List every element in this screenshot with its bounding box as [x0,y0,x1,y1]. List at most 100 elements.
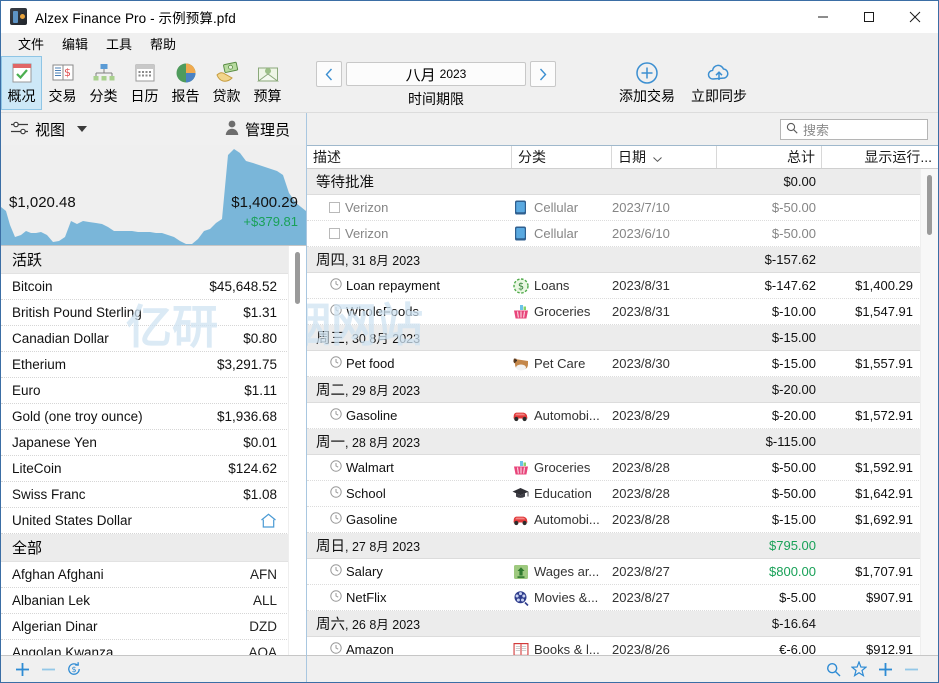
table-column-header[interactable]: 总计 [717,146,822,168]
toolbar-button-transactions[interactable]: $ 交易 [42,56,83,110]
group-date: , 29 8月 2023 [345,380,420,399]
search-input[interactable]: 搜索 [780,119,928,140]
close-icon[interactable] [892,1,938,32]
toolbar-button-categories[interactable]: 分类 [83,56,124,110]
toolbar-button-overview[interactable]: 概况 [1,56,42,110]
category-text: Groceries [534,304,590,319]
currency-row[interactable]: Bitcoin$45,648.52 [1,274,289,300]
add-transaction-button[interactable]: 添加交易 [611,60,683,106]
currency-value: $124.62 [228,461,277,476]
toolbar-button-reports[interactable]: 报告 [165,56,206,110]
currency-row[interactable]: Euro$1.11 [1,378,289,404]
currency-list[interactable]: 活跃Bitcoin$45,648.52British Pound Sterlin… [1,246,289,655]
currency-row[interactable]: Canadian Dollar$0.80 [1,326,289,352]
transactions-icon: $ [48,59,78,87]
table-group-row[interactable]: 周六, 26 8月 2023$-16.64 [307,611,921,637]
currency-row[interactable]: Japanese Yen$0.01 [1,430,289,456]
user-indicator[interactable]: 管理员 [225,119,290,140]
row-checkbox[interactable] [329,228,340,239]
svg-text:$: $ [71,665,76,674]
description-text: School [346,486,386,501]
currency-row[interactable]: LiteCoin$124.62 [1,456,289,482]
table-row[interactable]: Pet foodPet Care2023/8/30$-15.00$1,557.9… [307,351,921,377]
table-header: 描述分类日期总计显示运行... [307,146,938,169]
menu-bar: 文件 编辑 工具 帮助 [1,33,938,56]
table-group-row[interactable]: 等待批准$0.00 [307,169,921,195]
currency-name: Euro [12,383,244,398]
table-row[interactable]: Loan repayment$Loans2023/8/31$-147.62$1,… [307,273,921,299]
toolbar-button-loans[interactable]: 贷款 [206,56,247,110]
table-row[interactable]: WalmartGroceries2023/8/28$-50.00$1,592.9… [307,455,921,481]
table-group-row[interactable]: 周日, 27 8月 2023$795.00 [307,533,921,559]
group-title: 周日, 27 8月 2023 [307,535,717,556]
table-body[interactable]: 等待批准$0.00VerizonCellular2023/7/10$-50.00… [307,169,921,655]
table-scrollbar[interactable] [920,169,938,655]
menu-item-tools[interactable]: 工具 [97,35,141,55]
group-weekday: 等待批准 [316,171,374,192]
table-row[interactable]: SchoolEducation2023/8/28$-50.00$1,642.91 [307,481,921,507]
table-row[interactable]: GasolineAutomobi...2023/8/29$-20.00$1,57… [307,403,921,429]
currency-row[interactable]: Gold (one troy ounce)$1,936.68 [1,404,289,430]
minus-icon[interactable] [898,662,924,677]
table-group-row[interactable]: 周三, 30 8月 2023$-15.00 [307,325,921,351]
description-text: Gasoline [346,512,397,527]
table-group-row[interactable]: 周四, 31 8月 2023$-157.62 [307,247,921,273]
table-row[interactable]: NetFlixMovies &...2023/8/27$-5.00$907.91 [307,585,921,611]
menu-item-file[interactable]: 文件 [9,35,53,55]
table-column-header[interactable]: 描述 [307,146,512,168]
group-weekday: 周日 [316,535,345,556]
movies-icon [512,590,529,606]
currency-row[interactable]: Algerian DinarDZD [1,614,289,640]
minimize-icon[interactable] [800,1,846,32]
table-row[interactable]: VerizonCellular2023/7/10$-50.00 [307,195,921,221]
toolbar-nav-group: 概况 $ 交易 [1,56,288,110]
cell-amount: $-50.00 [717,460,822,475]
menu-item-edit[interactable]: 编辑 [53,35,97,55]
table-row[interactable]: WholeFoodsGroceries2023/8/31$-10.00$1,54… [307,299,921,325]
period-field[interactable]: 八月 2023 [346,62,526,86]
toolbar-button-calendar[interactable]: 日历 [124,56,165,110]
table-column-header[interactable]: 日期 [612,146,717,168]
search-icon[interactable] [820,662,846,677]
currency-refresh-icon[interactable]: $ [61,661,87,677]
menu-item-help[interactable]: 帮助 [141,35,185,55]
table-row[interactable]: VerizonCellular2023/6/10$-50.00 [307,221,921,247]
table-column-header[interactable]: 显示运行... [822,146,938,168]
row-checkbox[interactable] [329,202,340,213]
main-body: 视图 管理员 $1,020.48 $1,400.29 [1,113,938,682]
currency-row[interactable]: United States Dollar [1,508,289,534]
sync-now-button[interactable]: 立即同步 [683,60,755,106]
table-group-row[interactable]: 周一, 28 8月 2023$-115.00 [307,429,921,455]
period-prev-button[interactable] [316,61,342,87]
view-dropdown[interactable]: 视图 [11,119,87,140]
description-text: Amazon [346,642,394,655]
books-icon [512,642,529,656]
car-icon [512,512,529,528]
cell-description: Gasoline [307,512,512,527]
scrollbar-thumb[interactable] [295,252,300,304]
star-icon[interactable] [846,661,872,677]
currency-row[interactable]: British Pound Sterling$1.31 [1,300,289,326]
period-next-button[interactable] [530,61,556,87]
currency-row[interactable]: Swiss Franc$1.08 [1,482,289,508]
currency-row[interactable]: Angolan KwanzaAOA [1,640,289,655]
currency-value: $45,648.52 [209,279,277,294]
loans-icon: $ [512,278,529,294]
currency-row[interactable]: Etherium$3,291.75 [1,352,289,378]
toolbar-button-budget[interactable]: 预算 [247,56,288,110]
table-column-header[interactable]: 分类 [512,146,612,168]
category-text: Pet Care [534,356,585,371]
groceries-icon [512,304,529,320]
currency-row[interactable]: Afghan AfghaniAFN [1,562,289,588]
currency-list-scrollbar[interactable] [288,246,306,655]
currency-row[interactable]: Albanian LekALL [1,588,289,614]
maximize-icon[interactable] [846,1,892,32]
table-scrollbar-thumb[interactable] [927,175,932,235]
plus-icon[interactable] [9,662,35,677]
table-group-row[interactable]: 周二, 29 8月 2023$-20.00 [307,377,921,403]
table-row[interactable]: SalaryWages ar...2023/8/27$800.00$1,707.… [307,559,921,585]
table-row[interactable]: GasolineAutomobi...2023/8/28$-15.00$1,69… [307,507,921,533]
plus-icon[interactable] [872,662,898,677]
minus-icon[interactable] [35,662,61,677]
table-row[interactable]: AmazonBooks & l...2023/8/26€-6.00$912.91 [307,637,921,655]
